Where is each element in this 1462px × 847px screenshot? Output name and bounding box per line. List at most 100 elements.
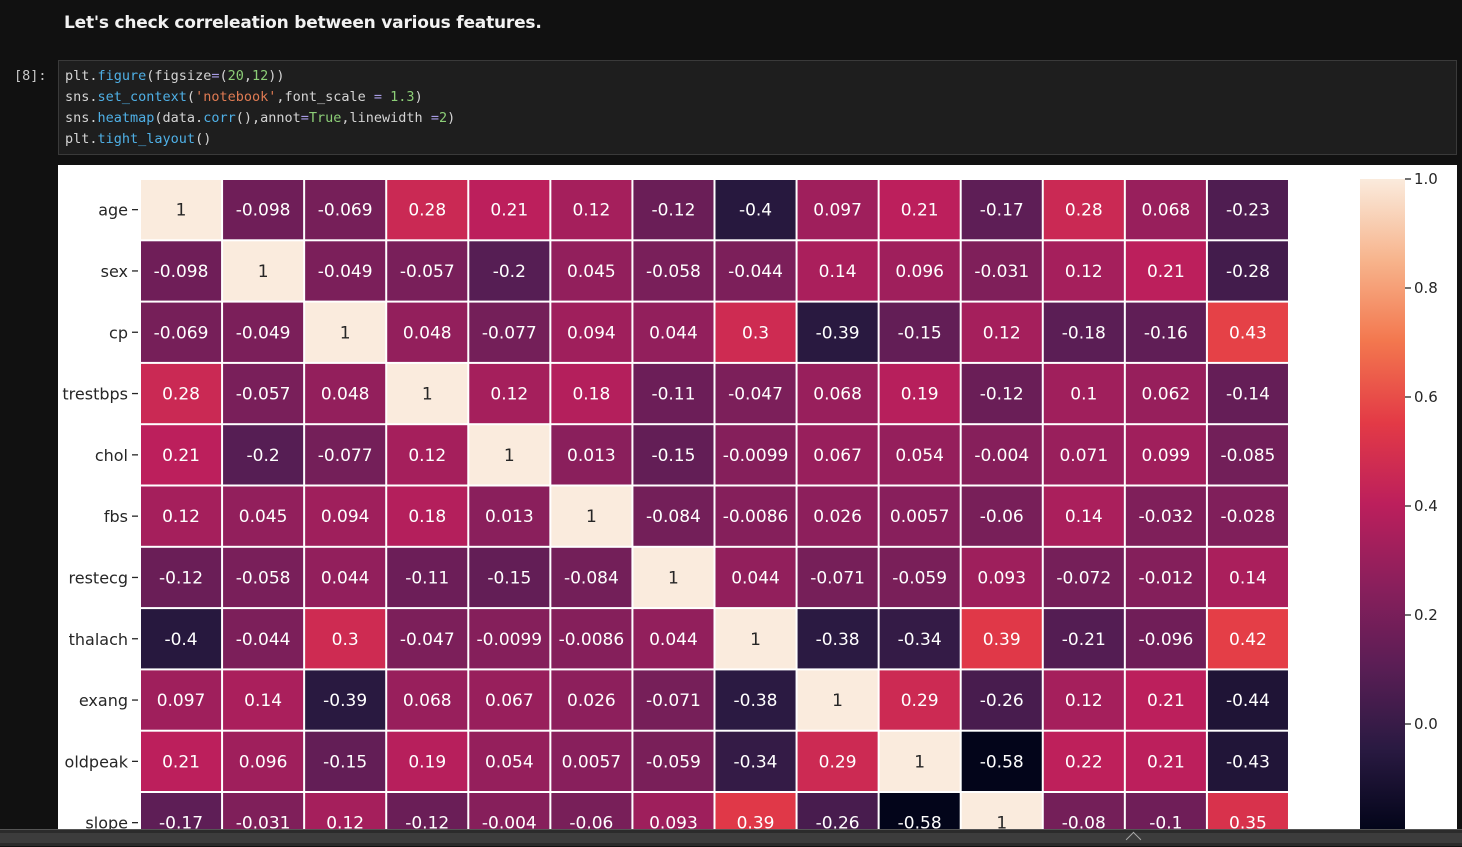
cell-annotation: 0.19 (408, 752, 446, 772)
cell-annotation: -0.15 (487, 568, 531, 588)
cell-annotation: -0.085 (1221, 446, 1276, 466)
cell-annotation: 0.21 (1147, 262, 1185, 282)
colorbar-tick-label: 0.8 (1414, 279, 1438, 297)
horizontal-scrollbar[interactable] (0, 829, 1462, 847)
cell-annotation: -0.069 (318, 201, 373, 221)
cell-annotation: 0.28 (408, 201, 446, 221)
cell-annotation: 0.097 (157, 691, 206, 711)
correlation-heatmap: 1 -0.098 -0.069 0.28 0.21 0.12 -0.12 -0.4 0.097 0… (62, 170, 1438, 829)
colorbar (1360, 179, 1405, 829)
cell-annotation: 0.14 (1065, 507, 1103, 527)
cell-annotation: 0.054 (485, 752, 534, 772)
cell-annotation: 0.048 (321, 385, 370, 405)
cell-annotation: 0.096 (895, 262, 944, 282)
cell-annotation: -0.049 (318, 262, 373, 282)
cell-annotation: 0.044 (321, 568, 370, 588)
y-tick-label: cp (109, 323, 128, 342)
cell-annotation: -0.12 (980, 385, 1024, 405)
cell-annotation: -0.15 (651, 446, 695, 466)
cell-annotation: 0.35 (1229, 814, 1267, 829)
cell-annotation: 0.3 (742, 323, 769, 343)
cell-annotation: -0.12 (651, 201, 695, 221)
cell-annotation: 0.013 (485, 507, 534, 527)
cell-annotation: -0.15 (323, 752, 367, 772)
cell-annotation: 0.12 (1065, 691, 1103, 711)
cell-annotation: 0.044 (731, 568, 780, 588)
cell-annotation: -0.058 (236, 568, 291, 588)
cell-annotation: -0.44 (1226, 691, 1270, 711)
cell-annotation: -0.044 (236, 630, 291, 650)
cell-annotation: -0.0099 (477, 630, 543, 650)
cell-annotation: -0.077 (482, 323, 537, 343)
code-line-4: plt.tight_layout() (65, 131, 212, 147)
cell-annotation: -0.43 (1226, 752, 1270, 772)
scrollbar-thumb[interactable] (0, 833, 1462, 843)
cell-annotation: 0.14 (244, 691, 282, 711)
cell-annotation: -0.06 (569, 814, 613, 829)
cell-annotation: 0.068 (813, 385, 862, 405)
cell-annotation: 0.062 (1142, 385, 1191, 405)
cell-annotation: -0.16 (1144, 323, 1188, 343)
cell-annotation: -0.031 (236, 814, 291, 829)
cell-annotation: 1 (914, 752, 925, 772)
cell-annotation: -0.0086 (723, 507, 789, 527)
cell-annotation: -0.072 (1056, 568, 1111, 588)
cell-annotation: -0.18 (1062, 323, 1106, 343)
cell-annotation: 0.21 (162, 446, 200, 466)
cell-annotation: 1 (176, 201, 187, 221)
cell-annotation: 0.28 (1065, 201, 1103, 221)
cell-annotation: 0.12 (408, 446, 446, 466)
colorbar-tick-label: 0.4 (1414, 497, 1438, 515)
cell-annotation: 0.21 (1147, 691, 1185, 711)
cell-annotation: -0.044 (728, 262, 783, 282)
cell-annotation: -0.17 (980, 201, 1024, 221)
cell-annotation: 0.045 (239, 507, 288, 527)
colorbar-tick-label: 0.2 (1414, 606, 1438, 624)
cell-annotation: -0.12 (405, 814, 449, 829)
y-tick-label: fbs (104, 507, 128, 526)
cell-annotation: -0.34 (734, 752, 778, 772)
cell-annotation: 0.28 (162, 385, 200, 405)
cell-annotation: -0.096 (1138, 630, 1193, 650)
cell-annotation: -0.14 (1226, 385, 1270, 405)
cell-annotation: 0.096 (239, 752, 288, 772)
cell-annotation: -0.38 (816, 630, 860, 650)
cell-annotation: 0.12 (572, 201, 610, 221)
cell-annotation: -0.069 (154, 323, 209, 343)
y-tick-label: age (98, 201, 128, 220)
cell-annotation: -0.38 (734, 691, 778, 711)
cell-annotation: -0.2 (247, 446, 280, 466)
cell-prompt: [8]: (14, 68, 47, 84)
cell-annotation: 1 (668, 568, 679, 588)
y-tick-label: slope (85, 814, 128, 829)
cell-annotation: -0.2 (493, 262, 526, 282)
cell-annotation: -0.34 (898, 630, 942, 650)
cell-annotation: 0.19 (901, 385, 939, 405)
cell-annotation: 0.12 (490, 385, 528, 405)
cell-annotation: 0.3 (332, 630, 359, 650)
cell-annotation: 0.43 (1229, 323, 1267, 343)
cell-annotation: 0.29 (819, 752, 857, 772)
code-cell[interactable]: plt.figure(figsize=(20,12)) sns.set_cont… (58, 60, 1457, 155)
cell-annotation: 0.099 (1142, 446, 1191, 466)
cell-annotation: 0.12 (162, 507, 200, 527)
cell-annotation: 1 (504, 446, 515, 466)
cell-annotation: 0.12 (1065, 262, 1103, 282)
cell-annotation: -0.057 (236, 385, 291, 405)
cell-annotation: -0.15 (898, 323, 942, 343)
cell-annotation: 0.093 (977, 568, 1026, 588)
cell-annotation: 1 (422, 385, 433, 405)
cell-annotation: -0.11 (405, 568, 449, 588)
markdown-heading: Let's check correleation between various… (64, 13, 542, 33)
cell-annotation: 0.067 (485, 691, 534, 711)
cell-annotation: -0.4 (739, 201, 772, 221)
cell-annotation: 0.39 (737, 814, 775, 829)
cell-annotation: -0.11 (651, 385, 695, 405)
cell-annotation: 0.068 (403, 691, 452, 711)
cell-annotation: -0.0099 (723, 446, 789, 466)
cell-annotation: -0.004 (482, 814, 537, 829)
cell-annotation: -0.032 (1138, 507, 1193, 527)
cell-annotation: 0.044 (649, 630, 698, 650)
y-tick-label: thalach (69, 630, 128, 649)
code-editor[interactable]: plt.figure(figsize=(20,12)) sns.set_cont… (65, 66, 455, 150)
